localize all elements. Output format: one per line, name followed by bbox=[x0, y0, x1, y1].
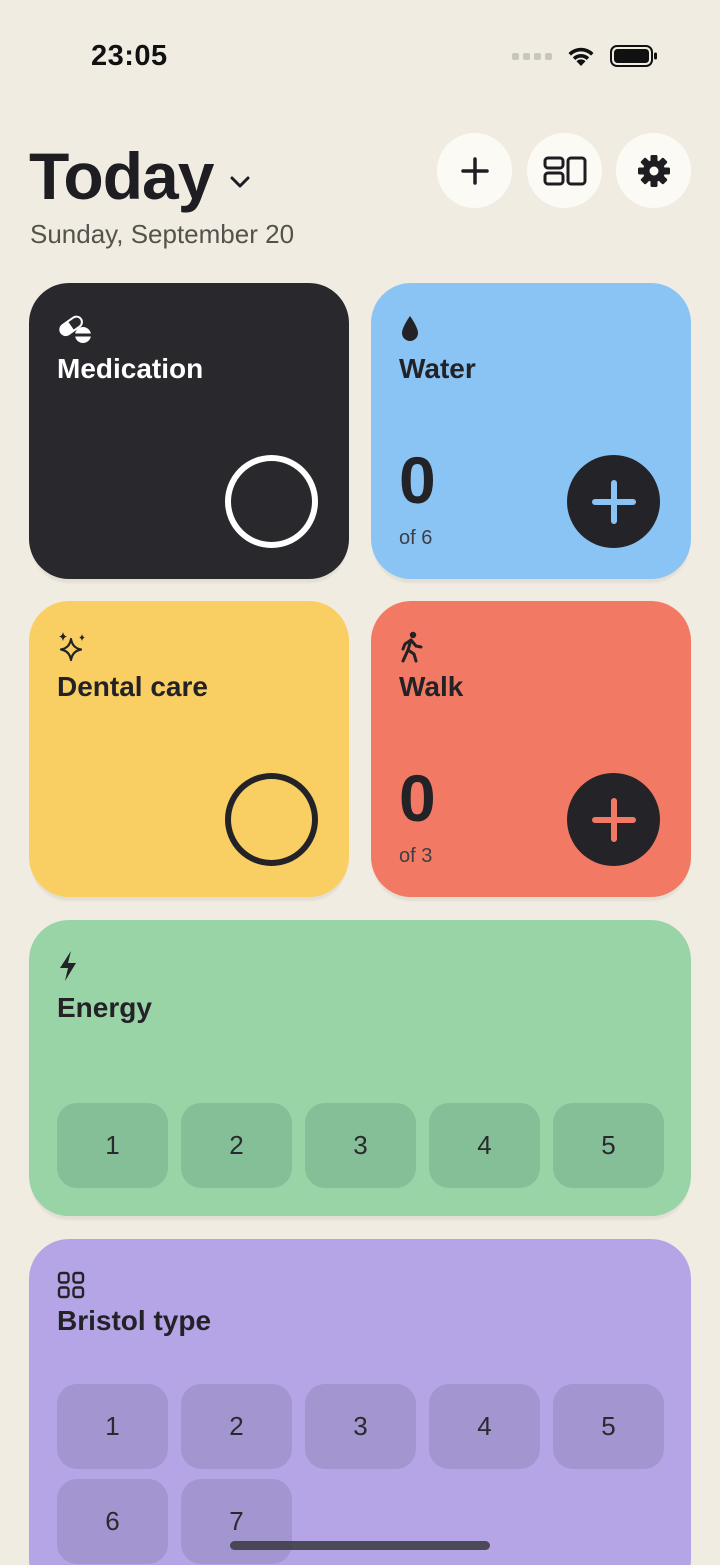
energy-option-3[interactable]: 3 bbox=[305, 1103, 416, 1188]
card-title: Dental care bbox=[57, 671, 208, 702]
energy-option-5[interactable]: 5 bbox=[553, 1103, 664, 1188]
walking-person-icon bbox=[399, 629, 435, 665]
gear-icon bbox=[637, 154, 670, 187]
bristol-option-4[interactable]: 4 bbox=[429, 1384, 540, 1469]
bristol-options-row-2: 6 7 bbox=[57, 1479, 292, 1564]
walk-goal: of 3 bbox=[399, 845, 433, 867]
energy-options: 1 2 3 4 5 bbox=[57, 1103, 664, 1188]
date-subtitle: Sunday, September 20 bbox=[30, 219, 295, 249]
settings-button[interactable] bbox=[616, 133, 691, 208]
plus-icon bbox=[591, 797, 636, 842]
energy-card: Energy 1 2 3 4 5 bbox=[29, 920, 691, 1216]
layout-icon bbox=[543, 156, 586, 185]
energy-option-1[interactable]: 1 bbox=[57, 1103, 168, 1188]
bristol-options-row-1: 1 2 3 4 5 bbox=[57, 1384, 664, 1469]
plus-icon bbox=[460, 156, 489, 185]
water-goal: of 6 bbox=[399, 527, 433, 549]
sparkles-icon bbox=[57, 629, 93, 665]
bristol-option-6[interactable]: 6 bbox=[57, 1479, 168, 1564]
water-card[interactable]: Water 0 of 6 bbox=[371, 283, 691, 579]
water-count: 0 bbox=[399, 443, 436, 517]
plus-icon bbox=[591, 479, 636, 524]
medication-card[interactable]: Medication bbox=[29, 283, 349, 579]
pills-icon bbox=[57, 311, 93, 347]
complete-toggle[interactable] bbox=[225, 773, 318, 866]
battery-icon bbox=[610, 45, 657, 67]
screen: 23:05 Today Sunday, September 20 Medicat… bbox=[0, 0, 720, 1565]
complete-toggle[interactable] bbox=[225, 455, 318, 548]
grid-icon bbox=[57, 1267, 93, 1303]
card-title: Bristol type bbox=[57, 1305, 212, 1336]
chevron-down-icon bbox=[230, 176, 250, 188]
home-indicator[interactable] bbox=[230, 1541, 490, 1550]
card-title: Water bbox=[399, 353, 476, 384]
bristol-option-7[interactable]: 7 bbox=[181, 1479, 292, 1564]
bristol-card: Bristol type 1 2 3 4 5 6 7 bbox=[29, 1239, 691, 1565]
energy-option-4[interactable]: 4 bbox=[429, 1103, 540, 1188]
bristol-option-5[interactable]: 5 bbox=[553, 1384, 664, 1469]
card-title: Medication bbox=[57, 353, 204, 384]
drop-icon bbox=[399, 311, 435, 347]
bristol-option-2[interactable]: 2 bbox=[181, 1384, 292, 1469]
energy-option-2[interactable]: 2 bbox=[181, 1103, 292, 1188]
wifi-icon bbox=[568, 47, 594, 66]
status-time: 23:05 bbox=[91, 40, 168, 72]
cellular-signal-icon bbox=[512, 52, 552, 60]
lightning-icon bbox=[57, 948, 93, 984]
bristol-option-3[interactable]: 3 bbox=[305, 1384, 416, 1469]
walk-card[interactable]: Walk 0 of 3 bbox=[371, 601, 691, 897]
bristol-option-1[interactable]: 1 bbox=[57, 1384, 168, 1469]
dental-card[interactable]: Dental care bbox=[29, 601, 349, 897]
walk-count: 0 bbox=[399, 761, 436, 835]
page-title: Today bbox=[29, 139, 214, 213]
card-title: Energy bbox=[57, 992, 152, 1023]
status-indicators bbox=[512, 44, 658, 68]
walk-increment-button[interactable] bbox=[567, 773, 660, 866]
title-dropdown[interactable]: Today bbox=[29, 138, 251, 214]
layout-button[interactable] bbox=[527, 133, 602, 208]
card-title: Walk bbox=[399, 671, 464, 702]
water-increment-button[interactable] bbox=[567, 455, 660, 548]
add-button[interactable] bbox=[437, 133, 512, 208]
